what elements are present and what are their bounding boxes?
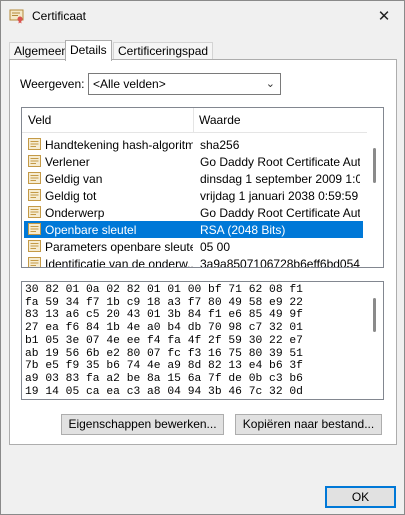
hex-line: 30 82 01 0a 02 82 01 01 00 bf 71 62 08 f… [25, 284, 303, 296]
field-list[interactable]: Veld Waarde Handtekening hash-algoritme s… [21, 107, 384, 268]
title-bar: Certificaat ✕ [1, 1, 404, 33]
field-value: RSA (2048 Bits) [200, 223, 286, 237]
tab-algemeen[interactable]: Algemeen [9, 42, 74, 60]
field-name: Onderwerp [45, 206, 105, 220]
field-value: Go Daddy Root Certificate Aut... [200, 206, 360, 220]
list-item[interactable]: Identificatie van de onderw... 3a9a850710… [24, 255, 363, 268]
value-detail-box[interactable]: 30 82 01 0a 02 82 01 01 00 bf 71 62 08 f… [21, 281, 384, 400]
field-value: sha256 [200, 138, 240, 152]
close-icon: ✕ [377, 8, 391, 25]
copy-to-file-button[interactable]: Kopiëren naar bestand... [235, 414, 382, 435]
show-dropdown[interactable]: <Alle velden> ⌄ [88, 73, 281, 95]
hex-line: 19 14 05 ca ea c3 a8 04 94 3b 46 7c 32 0… [25, 385, 303, 398]
list-item[interactable]: Openbare sleutel RSA (2048 Bits) [24, 221, 363, 238]
list-item[interactable]: Geldig van dinsdag 1 september 2009 1:0..… [24, 170, 363, 187]
field-icon [28, 189, 41, 201]
list-header: Veld Waarde [22, 108, 367, 133]
field-name: Identificatie van de onderw... [45, 257, 193, 268]
field-value: 3a9a8507106728b6eff6bd054... [200, 257, 360, 268]
field-icon [28, 206, 41, 218]
hex-line: b1 05 3e 07 4e ee f4 fa 4f 2f 59 30 22 e… [25, 334, 303, 347]
field-icon [28, 257, 41, 267]
certificate-icon [9, 9, 24, 24]
hex-line: 83 13 a6 c5 20 43 01 3b 84 f1 e6 85 49 9… [25, 309, 303, 322]
field-name: Geldig van [45, 172, 103, 186]
ok-button[interactable]: OK [325, 486, 396, 508]
list-item[interactable]: Handtekening hash-algoritme sha256 [24, 136, 363, 153]
field-name: Geldig tot [45, 189, 97, 203]
field-name: Openbare sleutel [45, 223, 137, 237]
tab-details[interactable]: Details [65, 40, 112, 61]
field-icon [28, 240, 41, 252]
certificate-dialog: Certificaat ✕ Algemeen Details Certifice… [0, 0, 405, 515]
tab-certificeringspad[interactable]: Certificeringspad [113, 42, 214, 60]
field-icon [28, 223, 41, 235]
field-value: dinsdag 1 september 2009 1:0... [200, 172, 360, 186]
list-item[interactable]: Geldig tot vrijdag 1 januari 2038 0:59:59 [24, 187, 363, 204]
field-icon [28, 138, 41, 150]
field-icon [28, 155, 41, 167]
close-button[interactable]: ✕ [364, 1, 404, 31]
list-scrollbar[interactable] [367, 108, 383, 267]
chevron-down-icon: ⌄ [265, 78, 275, 90]
field-icon [28, 172, 41, 184]
show-label: Weergeven: [20, 77, 85, 91]
hex-line: ab 19 56 6b e2 80 07 fc f3 16 75 80 39 5… [25, 347, 303, 360]
list-item[interactable]: Onderwerp Go Daddy Root Certificate Aut..… [24, 204, 363, 221]
column-header-field[interactable]: Veld [28, 113, 51, 127]
field-value: 05 00 [200, 240, 231, 254]
show-dropdown-value: <Alle velden> [93, 77, 166, 91]
field-name: Parameters openbare sleutel [45, 240, 193, 254]
list-item[interactable]: Verlener Go Daddy Root Certificate Aut... [24, 153, 363, 170]
scrollbar-thumb[interactable] [373, 148, 376, 183]
field-name: Verlener [45, 155, 90, 169]
hex-line: fa 59 34 f7 1b c9 18 a3 f7 80 49 58 e9 2… [25, 296, 303, 309]
hex-line: 7b e5 f9 35 b6 74 4e a9 8d 82 13 e4 b6 3… [25, 360, 303, 373]
scrollbar-thumb[interactable] [373, 298, 376, 332]
detail-scrollbar[interactable] [367, 282, 383, 399]
edit-properties-button[interactable]: Eigenschappen bewerken... [61, 414, 224, 435]
field-value: vrijdag 1 januari 2038 0:59:59 [200, 189, 359, 203]
field-value: Go Daddy Root Certificate Aut... [200, 155, 360, 169]
window-title: Certificaat [32, 9, 87, 23]
column-divider[interactable] [193, 108, 194, 132]
hex-line: a9 03 83 fa a2 be 8a 15 6a 7f de 0b c3 b… [25, 372, 303, 385]
list-item[interactable]: Parameters openbare sleutel 05 00 [24, 238, 363, 255]
field-name: Handtekening hash-algoritme [45, 138, 193, 152]
hex-line: 27 ea f6 84 1b 4e a0 b4 db 70 98 c7 32 0… [25, 322, 303, 335]
column-header-value[interactable]: Waarde [199, 113, 241, 127]
